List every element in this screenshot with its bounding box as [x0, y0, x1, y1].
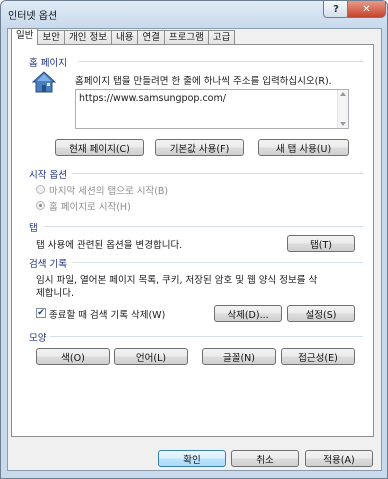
- apply-button[interactable]: 적용(A): [305, 450, 373, 467]
- tab-advanced[interactable]: 고급: [207, 30, 236, 44]
- help-button[interactable]: ?: [323, 1, 349, 18]
- group-divider: [50, 336, 363, 337]
- delete-on-exit-label: 종료할 때 검색 기록 삭제(W): [49, 310, 166, 321]
- close-button[interactable]: ✕: [347, 1, 386, 18]
- radio-home-page[interactable]: [36, 201, 45, 210]
- delete-history-button[interactable]: 삭제(D)...: [214, 305, 282, 322]
- radio-home-page-label: 홈 페이지로 시작(H): [49, 202, 131, 213]
- home-page-url-textarea[interactable]: https://www.samsungpop.com/: [75, 89, 349, 129]
- history-settings-button[interactable]: 설정(S): [287, 305, 355, 322]
- radio-last-session-label: 마지막 세션의 탭으로 시작(B): [49, 186, 169, 197]
- ok-button[interactable]: 확인: [158, 450, 226, 467]
- window-title: 인터넷 옵션: [8, 11, 58, 22]
- tab-privacy[interactable]: 개인 정보: [63, 30, 112, 44]
- scroll-down-icon: [340, 122, 346, 126]
- history-group-label: 검색 기록: [29, 259, 67, 270]
- house-icon: [32, 71, 56, 93]
- tab-connections[interactable]: 연결: [137, 30, 165, 44]
- home-page-instruction: 홈페이지 탭을 만들려면 한 줄에 하나씩 주소를 입력하십시오(R).: [75, 76, 332, 87]
- group-divider: [78, 61, 363, 62]
- tab-programs[interactable]: 프로그램: [163, 30, 209, 44]
- tab-security[interactable]: 보안: [37, 30, 65, 44]
- colors-button[interactable]: 색(O): [36, 348, 110, 365]
- home-page-group-label: 홈 페이지: [29, 58, 67, 69]
- history-description-line2: 제합니다.: [36, 288, 74, 299]
- cancel-button[interactable]: 취소: [231, 450, 299, 467]
- tab-content[interactable]: 내용: [110, 30, 139, 44]
- group-divider: [44, 226, 363, 227]
- use-new-tab-button[interactable]: 새 탭 사용(U): [258, 139, 349, 156]
- languages-button[interactable]: 언어(L): [114, 348, 188, 365]
- tab-general[interactable]: 일반: [11, 28, 39, 45]
- accessibility-button[interactable]: 접근성(E): [281, 348, 355, 365]
- scroll-up-icon: [340, 92, 346, 96]
- tabs-settings-button[interactable]: 탭(T): [287, 235, 355, 252]
- appearance-group-label: 모양: [29, 333, 47, 344]
- use-current-page-button[interactable]: 현재 페이지(C): [55, 139, 144, 156]
- home-page-url-value: https://www.samsungpop.com/: [79, 93, 226, 104]
- history-description-line1: 임시 파일, 열어본 페이지 목록, 쿠키, 저장된 암호 및 웹 양식 정보를…: [36, 275, 318, 286]
- delete-on-exit-checkbox[interactable]: ✔: [36, 308, 46, 318]
- textarea-scrollbar[interactable]: [337, 90, 348, 128]
- tabs-description: 탭 사용에 관련된 옵션을 변경합니다.: [36, 240, 183, 251]
- radio-last-session[interactable]: [36, 185, 45, 194]
- startup-group-label: 시작 옵션: [29, 170, 67, 181]
- tab-strip: 일반 보안 개인 정보 내용 연결 프로그램 고급: [11, 28, 236, 45]
- tabs-group-label: 탭: [29, 223, 38, 234]
- fonts-button[interactable]: 글꼴(N): [202, 348, 276, 365]
- group-divider: [72, 262, 363, 263]
- group-divider: [72, 173, 363, 174]
- use-default-button[interactable]: 기본값 사용(F): [155, 139, 244, 156]
